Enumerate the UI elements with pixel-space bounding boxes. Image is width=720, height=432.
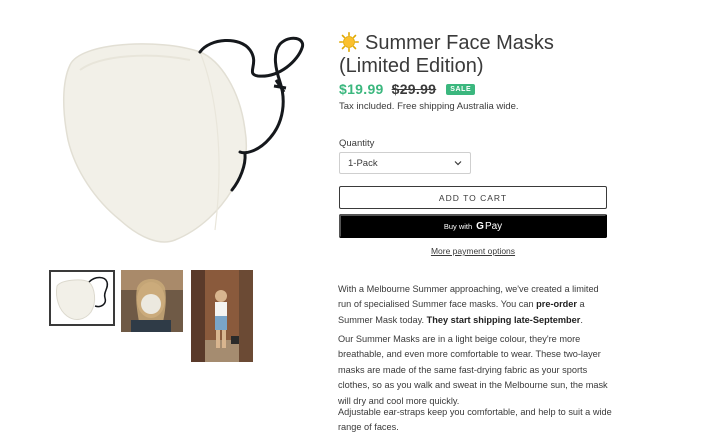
buy-with-gpay-button[interactable]: Buy with G Pay (339, 214, 607, 238)
chevron-down-icon (454, 161, 462, 166)
description-paragraph-3: Adjustable ear-straps keep you comfortab… (338, 407, 612, 432)
quantity-label: Quantity (339, 138, 375, 149)
sale-badge: SALE (446, 83, 476, 95)
compare-price: $29.99 (391, 81, 437, 97)
price-row: $19.99 $29.99 SALE (339, 80, 476, 98)
thumbnail-woman-walking[interactable] (191, 270, 253, 362)
description-paragraph-1: With a Melbourne Summer approaching, we'… (338, 282, 613, 328)
description-bold-preorder: pre-order (536, 299, 577, 310)
product-main-image[interactable] (40, 30, 330, 255)
description-text: . (580, 314, 583, 325)
thumbnail-mask[interactable] (49, 270, 115, 326)
quantity-selected-value: 1-Pack (348, 157, 378, 169)
thumbnail-woman-wearing-mask[interactable] (121, 270, 183, 332)
gpay-pay-label: Pay (484, 220, 503, 232)
add-to-cart-button[interactable]: ADD TO CART (339, 186, 607, 209)
buy-with-label: Buy with (443, 221, 473, 231)
description-paragraph-2: Our Summer Masks are in a light beige co… (338, 334, 608, 406)
product-title-text: Summer Face Masks (Limited Edition) (339, 32, 554, 77)
tax-note: Tax included. Free shipping Australia wi… (339, 101, 519, 112)
product-title: Summer Face Masks (Limited Edition) (339, 32, 629, 78)
more-payment-options-link[interactable]: More payment options (339, 246, 607, 256)
description-bold-shipping: They start shipping late-September (426, 314, 581, 325)
google-g-icon: G (476, 220, 484, 232)
sale-price: $19.99 (339, 81, 384, 97)
sun-icon (339, 32, 360, 53)
quantity-select[interactable]: 1-Pack (339, 152, 471, 174)
